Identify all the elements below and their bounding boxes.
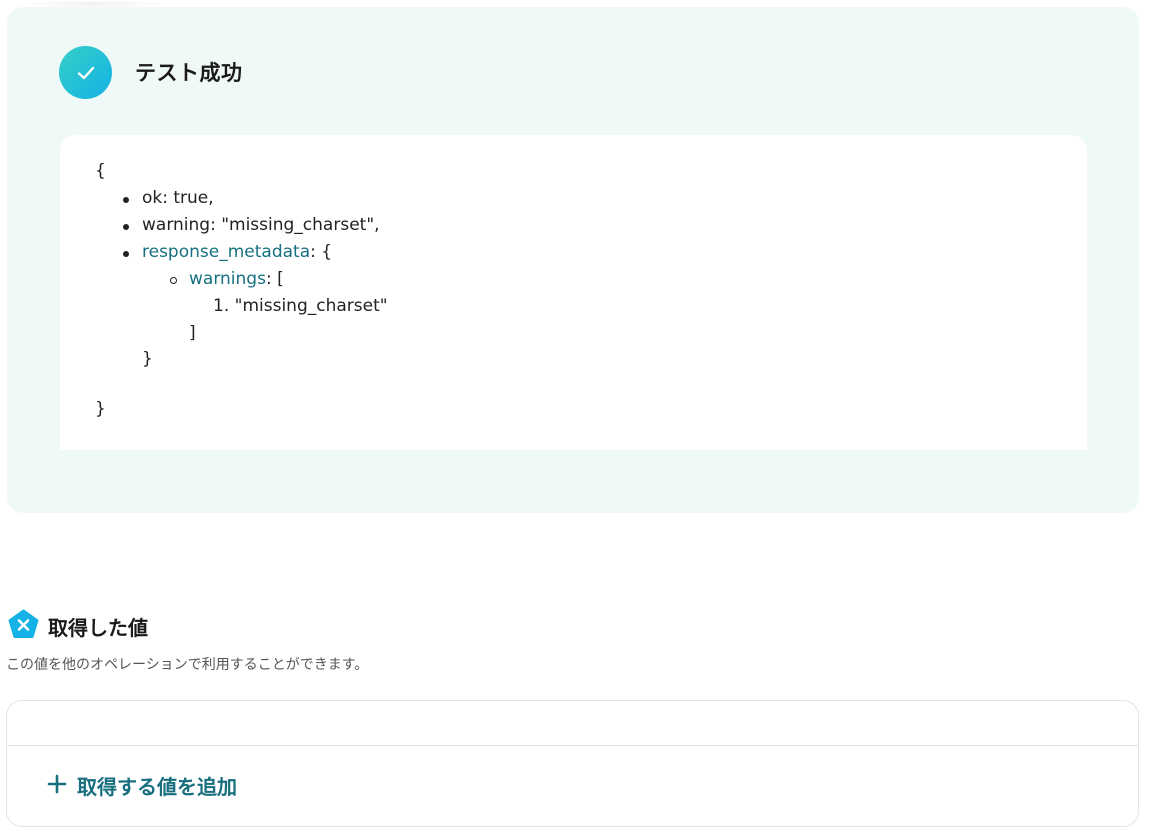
- json-response-metadata-line: response_metadata: {: [142, 242, 332, 262]
- add-value-label: 取得する値を追加: [77, 775, 237, 799]
- json-output: { ok: true, warning: "missing_charset", …: [60, 135, 1087, 450]
- json-warnings-item: 1. "missing_charset": [213, 296, 388, 316]
- json-punct: : [: [265, 269, 284, 289]
- bullet-disc: [123, 197, 129, 203]
- obtained-values-description: この値を他のオペレーションで利用することができます。: [6, 657, 369, 673]
- json-close-brace: }: [95, 399, 106, 419]
- success-check-icon: [59, 46, 112, 99]
- bullet-circle: [170, 277, 177, 284]
- obtained-values-title: 取得した値: [48, 616, 148, 640]
- variable-x-icon: [8, 609, 39, 639]
- test-result-panel: テスト成功 { ok: true, warning: "missing_char…: [7, 7, 1139, 513]
- json-warning-line: warning: "missing_charset",: [142, 215, 380, 235]
- json-key-warnings: warnings: [189, 269, 266, 289]
- result-title: テスト成功: [135, 61, 243, 85]
- json-punct: : {: [310, 242, 333, 262]
- bullet-disc: [123, 251, 129, 257]
- divider: [7, 745, 1138, 746]
- json-ok-line: ok: true,: [142, 188, 214, 208]
- bullet-disc: [123, 224, 129, 230]
- json-warnings-line: warnings: [: [189, 269, 284, 289]
- json-key-response-metadata: response_metadata: [142, 242, 311, 262]
- json-open-brace: {: [95, 161, 106, 181]
- plus-icon: [47, 774, 67, 798]
- json-close-inner-brace: }: [142, 349, 153, 369]
- add-value-button[interactable]: 取得する値を追加: [47, 771, 237, 800]
- json-close-bracket: ]: [189, 323, 196, 343]
- obtained-values-box: 取得する値を追加: [6, 700, 1139, 827]
